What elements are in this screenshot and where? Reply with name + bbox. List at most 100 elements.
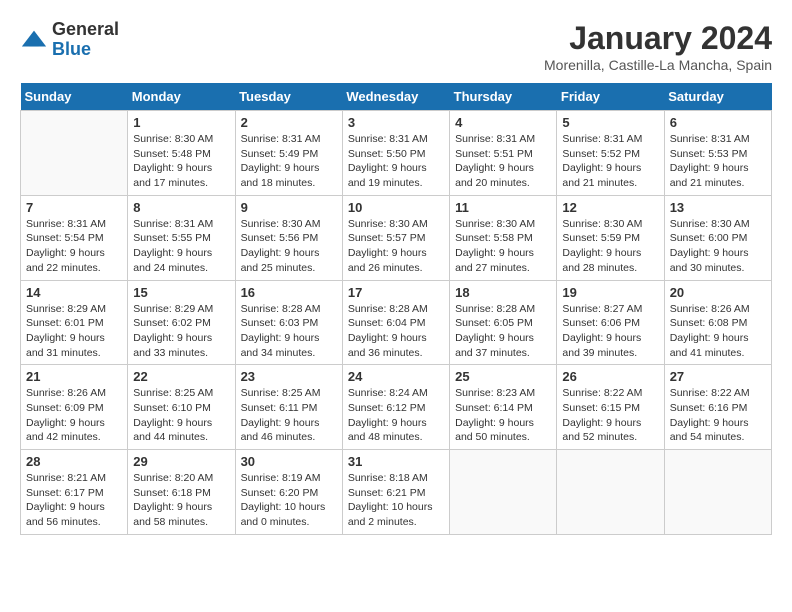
logo-icon [20, 26, 48, 54]
day-cell: 11Sunrise: 8:30 AMSunset: 5:58 PMDayligh… [450, 195, 557, 280]
day-cell: 7 Sunrise: 8:31 AMSunset: 5:54 PMDaylight… [21, 195, 128, 280]
header-cell-monday: Monday [128, 83, 235, 111]
day-cell: 30 Sunrise: 8:19 AMSunset: 6:20 PMDayligh… [235, 450, 342, 535]
week-row-0: 1 Sunrise: 8:30 AMSunset: 5:48 PMDaylight… [21, 111, 772, 196]
day-number: 11 [455, 200, 551, 215]
day-cell: 12 Sunrise: 8:30 AMSunset: 5:59 PMDayligh… [557, 195, 664, 280]
day-number: 30 [241, 454, 337, 469]
week-row-3: 21 Sunrise: 8:26 AMSunset: 6:09 PMDayligh… [21, 365, 772, 450]
day-cell: 26 Sunrise: 8:22 AMSunset: 6:15 PMDayligh… [557, 365, 664, 450]
day-info: Sunrise: 8:26 AMSunset: 6:09 PMDaylight:… [26, 386, 122, 445]
header-row: SundayMondayTuesdayWednesdayThursdayFrid… [21, 83, 772, 111]
header-cell-sunday: Sunday [21, 83, 128, 111]
day-number: 26 [562, 369, 658, 384]
day-info: Sunrise: 8:22 AMSunset: 6:16 PMDaylight:… [670, 386, 766, 445]
day-number: 9 [241, 200, 337, 215]
week-row-4: 28Sunrise: 8:21 AMSunset: 6:17 PMDayligh… [21, 450, 772, 535]
day-info: Sunrise: 8:22 AMSunset: 6:15 PMDaylight:… [562, 386, 658, 445]
main-title: January 2024 [544, 20, 772, 57]
day-number: 15 [133, 285, 229, 300]
day-number: 14 [26, 285, 122, 300]
day-info: Sunrise: 8:28 AMSunset: 6:03 PMDaylight:… [241, 302, 337, 361]
day-number: 8 [133, 200, 229, 215]
day-info: Sunrise: 8:31 AMSunset: 5:53 PMDaylight:… [670, 132, 766, 191]
day-info: Sunrise: 8:31 AMSunset: 5:55 PMDaylight:… [133, 217, 229, 276]
calendar-body: 1 Sunrise: 8:30 AMSunset: 5:48 PMDaylight… [21, 111, 772, 535]
day-cell: 23Sunrise: 8:25 AMSunset: 6:11 PMDayligh… [235, 365, 342, 450]
logo-blue: Blue [52, 39, 91, 59]
day-cell: 25Sunrise: 8:23 AMSunset: 6:14 PMDayligh… [450, 365, 557, 450]
calendar-table: SundayMondayTuesdayWednesdayThursdayFrid… [20, 83, 772, 535]
day-cell [557, 450, 664, 535]
day-cell [450, 450, 557, 535]
day-number: 12 [562, 200, 658, 215]
day-number: 31 [348, 454, 444, 469]
day-info: Sunrise: 8:20 AMSunset: 6:18 PMDaylight:… [133, 471, 229, 530]
day-cell: 6 Sunrise: 8:31 AMSunset: 5:53 PMDaylight… [664, 111, 771, 196]
day-number: 10 [348, 200, 444, 215]
day-cell: 2 Sunrise: 8:31 AMSunset: 5:49 PMDaylight… [235, 111, 342, 196]
calendar-header: SundayMondayTuesdayWednesdayThursdayFrid… [21, 83, 772, 111]
day-info: Sunrise: 8:31 AMSunset: 5:52 PMDaylight:… [562, 132, 658, 191]
header-cell-thursday: Thursday [450, 83, 557, 111]
week-row-1: 7 Sunrise: 8:31 AMSunset: 5:54 PMDaylight… [21, 195, 772, 280]
day-info: Sunrise: 8:31 AMSunset: 5:54 PMDaylight:… [26, 217, 122, 276]
week-row-2: 14 Sunrise: 8:29 AMSunset: 6:01 PMDayligh… [21, 280, 772, 365]
day-cell: 14 Sunrise: 8:29 AMSunset: 6:01 PMDayligh… [21, 280, 128, 365]
header-cell-friday: Friday [557, 83, 664, 111]
day-info: Sunrise: 8:31 AMSunset: 5:51 PMDaylight:… [455, 132, 551, 191]
day-cell: 17 Sunrise: 8:28 AMSunset: 6:04 PMDayligh… [342, 280, 449, 365]
day-number: 25 [455, 369, 551, 384]
day-number: 21 [26, 369, 122, 384]
day-info: Sunrise: 8:19 AMSunset: 6:20 PMDaylight:… [241, 471, 337, 530]
title-section: January 2024 Morenilla, Castille-La Manc… [544, 20, 772, 73]
day-cell: 13Sunrise: 8:30 AMSunset: 6:00 PMDayligh… [664, 195, 771, 280]
day-cell: 24Sunrise: 8:24 AMSunset: 6:12 PMDayligh… [342, 365, 449, 450]
day-info: Sunrise: 8:28 AMSunset: 6:04 PMDaylight:… [348, 302, 444, 361]
subtitle: Morenilla, Castille-La Mancha, Spain [544, 57, 772, 73]
day-info: Sunrise: 8:21 AMSunset: 6:17 PMDaylight:… [26, 471, 122, 530]
day-cell: 4 Sunrise: 8:31 AMSunset: 5:51 PMDaylight… [450, 111, 557, 196]
day-info: Sunrise: 8:30 AMSunset: 5:59 PMDaylight:… [562, 217, 658, 276]
day-number: 7 [26, 200, 122, 215]
day-number: 1 [133, 115, 229, 130]
day-cell: 31Sunrise: 8:18 AMSunset: 6:21 PMDayligh… [342, 450, 449, 535]
day-cell [664, 450, 771, 535]
day-number: 22 [133, 369, 229, 384]
day-info: Sunrise: 8:26 AMSunset: 6:08 PMDaylight:… [670, 302, 766, 361]
day-info: Sunrise: 8:25 AMSunset: 6:10 PMDaylight:… [133, 386, 229, 445]
day-number: 17 [348, 285, 444, 300]
day-number: 6 [670, 115, 766, 130]
header-cell-wednesday: Wednesday [342, 83, 449, 111]
day-cell: 28Sunrise: 8:21 AMSunset: 6:17 PMDayligh… [21, 450, 128, 535]
logo: General Blue [20, 20, 119, 60]
day-info: Sunrise: 8:29 AMSunset: 6:01 PMDaylight:… [26, 302, 122, 361]
day-cell: 3Sunrise: 8:31 AMSunset: 5:50 PMDaylight… [342, 111, 449, 196]
day-cell: 29 Sunrise: 8:20 AMSunset: 6:18 PMDayligh… [128, 450, 235, 535]
day-info: Sunrise: 8:29 AMSunset: 6:02 PMDaylight:… [133, 302, 229, 361]
day-cell [21, 111, 128, 196]
day-cell: 9Sunrise: 8:30 AMSunset: 5:56 PMDaylight… [235, 195, 342, 280]
day-info: Sunrise: 8:28 AMSunset: 6:05 PMDaylight:… [455, 302, 551, 361]
day-info: Sunrise: 8:30 AMSunset: 5:57 PMDaylight:… [348, 217, 444, 276]
logo-text: General Blue [52, 20, 119, 60]
day-number: 29 [133, 454, 229, 469]
day-info: Sunrise: 8:31 AMSunset: 5:49 PMDaylight:… [241, 132, 337, 191]
day-cell: 8 Sunrise: 8:31 AMSunset: 5:55 PMDaylight… [128, 195, 235, 280]
day-number: 2 [241, 115, 337, 130]
day-number: 3 [348, 115, 444, 130]
day-info: Sunrise: 8:25 AMSunset: 6:11 PMDaylight:… [241, 386, 337, 445]
day-cell: 15 Sunrise: 8:29 AMSunset: 6:02 PMDayligh… [128, 280, 235, 365]
day-cell: 27Sunrise: 8:22 AMSunset: 6:16 PMDayligh… [664, 365, 771, 450]
day-number: 16 [241, 285, 337, 300]
day-info: Sunrise: 8:24 AMSunset: 6:12 PMDaylight:… [348, 386, 444, 445]
day-info: Sunrise: 8:27 AMSunset: 6:06 PMDaylight:… [562, 302, 658, 361]
day-number: 18 [455, 285, 551, 300]
day-cell: 5 Sunrise: 8:31 AMSunset: 5:52 PMDaylight… [557, 111, 664, 196]
day-number: 4 [455, 115, 551, 130]
day-info: Sunrise: 8:30 AMSunset: 5:48 PMDaylight:… [133, 132, 229, 191]
day-cell: 10 Sunrise: 8:30 AMSunset: 5:57 PMDayligh… [342, 195, 449, 280]
day-cell: 18 Sunrise: 8:28 AMSunset: 6:05 PMDayligh… [450, 280, 557, 365]
day-number: 5 [562, 115, 658, 130]
day-cell: 21 Sunrise: 8:26 AMSunset: 6:09 PMDayligh… [21, 365, 128, 450]
